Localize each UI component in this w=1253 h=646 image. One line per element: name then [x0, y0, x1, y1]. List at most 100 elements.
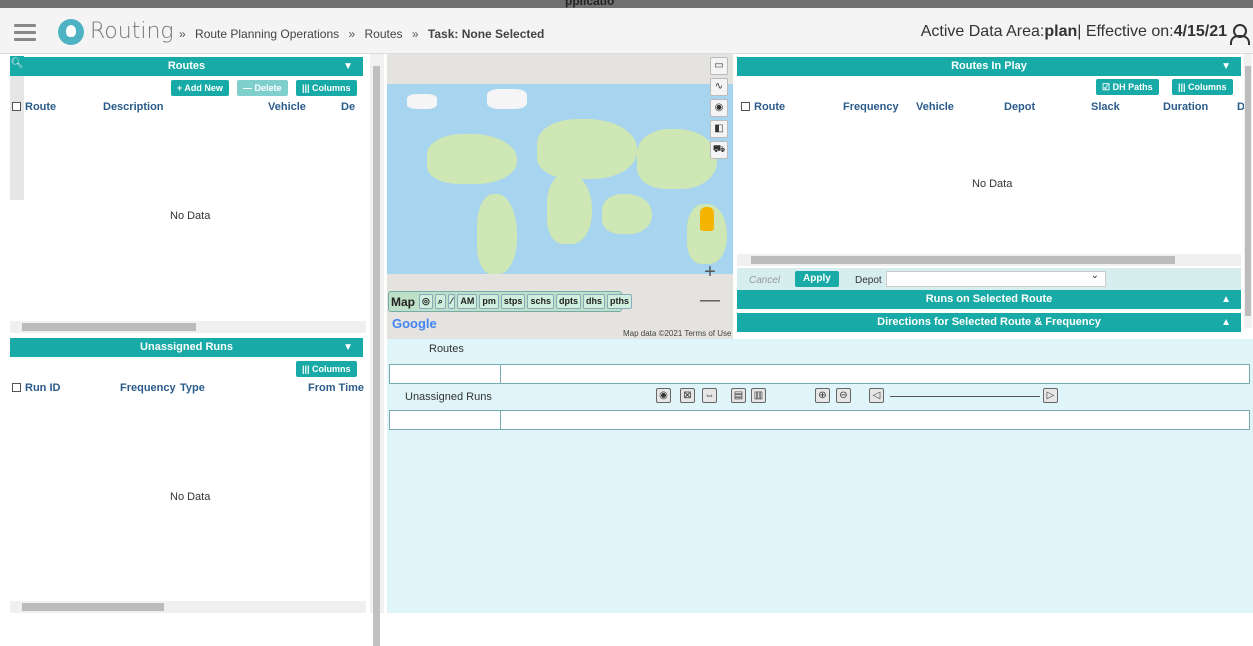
col-description[interactable]: Description: [103, 101, 164, 113]
gantt-unassigned-row[interactable]: [389, 410, 1250, 430]
select-all-checkbox[interactable]: [12, 383, 21, 392]
chevron-down-icon[interactable]: ▼: [343, 338, 353, 357]
swap-icon[interactable]: ⇔: [702, 388, 717, 403]
col-from-time[interactable]: From Time: [308, 382, 364, 394]
rip-empty-message: No Data: [972, 178, 1013, 190]
unassigned-columns-button[interactable]: ||| Columns: [296, 361, 357, 377]
collapse-rows-icon[interactable]: ▥: [751, 388, 766, 403]
schools-toggle[interactable]: schs: [527, 294, 554, 309]
zoom-fit-icon[interactable]: ⊠: [680, 388, 695, 403]
zoom-in-button[interactable]: +: [700, 262, 720, 282]
expand-rows-icon[interactable]: ▤: [731, 388, 746, 403]
depot-label: Depot: [855, 275, 882, 286]
globe-icon[interactable]: ◉: [710, 99, 728, 117]
gantt-unassigned-label: Unassigned Runs: [405, 391, 492, 403]
map-attribution[interactable]: Map data ©2021 Terms of Use: [623, 329, 731, 338]
left-vertical-scrollbar[interactable]: [370, 54, 384, 646]
breadcrumb-routes[interactable]: Routes: [365, 27, 403, 41]
dh-paths-button[interactable]: ☑ DH Paths: [1096, 79, 1159, 95]
routes-columns-button[interactable]: ||| Columns: [296, 80, 357, 96]
gantt-routes-row[interactable]: [389, 364, 1250, 384]
pm-toggle[interactable]: pm: [479, 294, 499, 309]
dropper-icon[interactable]: ⁄: [447, 294, 456, 309]
cancel-button[interactable]: Cancel: [749, 275, 780, 286]
col-route[interactable]: Route: [12, 101, 56, 113]
google-logo: Google: [392, 316, 437, 331]
chevron-down-icon[interactable]: ▼: [1221, 57, 1231, 76]
col-run-id[interactable]: Run ID: [12, 382, 60, 394]
chevron-down-icon[interactable]: ▼: [343, 57, 353, 76]
hamburger-menu-icon[interactable]: [14, 24, 36, 41]
zoom-out-icon[interactable]: ⊖: [836, 388, 851, 403]
user-icon[interactable]: [1229, 24, 1250, 45]
map-toolbar-label: Map: [391, 294, 415, 309]
map-toolbar: Map ◎ ⌕ ⁄ AM pm stps schs dpts dhs pths: [388, 291, 632, 312]
timeline-slider[interactable]: [890, 396, 1040, 397]
zoom-out-button[interactable]: —: [700, 290, 720, 310]
col-depot-partial[interactable]: De: [341, 101, 355, 113]
routes-panel-edge: [10, 57, 24, 200]
breadcrumb-separator-icon: »: [411, 27, 419, 41]
task-label: Task: None Selected: [427, 27, 545, 41]
rip-horizontal-scrollbar[interactable]: [737, 254, 1241, 266]
add-new-button[interactable]: + Add New: [171, 80, 229, 96]
scroll-right-icon[interactable]: ▷: [1043, 388, 1058, 403]
rip-col-duration[interactable]: Duration: [1163, 101, 1208, 113]
zoom-in-icon[interactable]: ⊕: [815, 388, 830, 403]
search-icon[interactable]: 🔍︎: [10, 56, 24, 72]
rip-col-slack[interactable]: Slack: [1091, 101, 1120, 113]
col-type[interactable]: Type: [180, 382, 205, 394]
window-title: pplicatio: [565, 0, 615, 8]
stops-toggle[interactable]: stps: [500, 294, 526, 309]
select-all-checkbox[interactable]: [741, 102, 750, 111]
map-ice: [487, 89, 527, 109]
routes-in-play-header[interactable]: Routes In Play ▼: [737, 57, 1241, 76]
right-vertical-scrollbar[interactable]: [1244, 54, 1252, 328]
breadcrumb-route-planning[interactable]: Route Planning Operations: [195, 27, 339, 41]
routes-in-play-title: Routes In Play: [951, 60, 1027, 72]
depots-toggle[interactable]: dpts: [555, 294, 581, 309]
effective-label: | Effective on:: [1077, 23, 1174, 40]
deadheads-toggle[interactable]: dhs: [582, 294, 605, 309]
am-toggle[interactable]: AM: [457, 294, 478, 309]
map-land: [637, 129, 717, 189]
select-all-checkbox[interactable]: [12, 102, 21, 111]
vehicle-icon[interactable]: ⛟: [710, 141, 728, 159]
unassigned-empty-message: No Data: [170, 491, 211, 503]
effective-date: 4/15/21: [1173, 23, 1227, 40]
map-view-icon[interactable]: ▭: [710, 57, 728, 75]
routes-panel-header[interactable]: Routes ▼: [10, 57, 363, 76]
delete-button[interactable]: — Delete: [237, 80, 288, 96]
paths-toggle[interactable]: pths: [606, 294, 632, 309]
rip-columns-button[interactable]: ||| Columns: [1172, 79, 1233, 95]
unassigned-panel-header[interactable]: Unassigned Runs ▼: [10, 338, 363, 357]
routes-panel-title: Routes: [167, 60, 206, 72]
chevron-up-icon[interactable]: ▲: [1221, 313, 1231, 332]
col-frequency[interactable]: Frequency: [120, 382, 176, 394]
rip-col-frequency[interactable]: Frequency: [843, 101, 899, 113]
rip-col-depot[interactable]: Depot: [1004, 101, 1035, 113]
chevron-up-icon[interactable]: ▲: [1221, 290, 1231, 309]
runs-on-route-header[interactable]: Runs on Selected Route ▲: [737, 290, 1241, 309]
rip-col-route[interactable]: Route: [741, 101, 785, 113]
app-name: Routing: [90, 19, 174, 44]
apply-button[interactable]: Apply: [795, 271, 839, 287]
route-path-icon[interactable]: ∿: [710, 78, 728, 96]
col-vehicle[interactable]: Vehicle: [268, 101, 306, 113]
active-area-value: plan: [1044, 23, 1078, 40]
zoom-area-icon[interactable]: ◎: [419, 294, 433, 309]
layers-icon[interactable]: ◧: [710, 120, 728, 138]
directions-title: Directions for Selected Route & Frequenc…: [877, 316, 1101, 328]
scroll-left-icon[interactable]: ◁: [869, 388, 884, 403]
rip-col-vehicle[interactable]: Vehicle: [916, 101, 954, 113]
unassigned-horizontal-scrollbar[interactable]: [10, 601, 366, 613]
routes-horizontal-scrollbar[interactable]: [10, 321, 366, 333]
col-run-id-label: Run ID: [25, 382, 61, 394]
depot-select[interactable]: [886, 270, 1106, 287]
magnifier-icon[interactable]: ⌕: [434, 294, 446, 309]
street-view-pegman-icon[interactable]: [700, 207, 714, 231]
unassigned-panel-title: Unassigned Runs: [140, 341, 233, 353]
map-land: [537, 119, 637, 179]
directions-header[interactable]: Directions for Selected Route & Frequenc…: [737, 313, 1241, 332]
eye-icon[interactable]: ◉: [656, 388, 671, 403]
